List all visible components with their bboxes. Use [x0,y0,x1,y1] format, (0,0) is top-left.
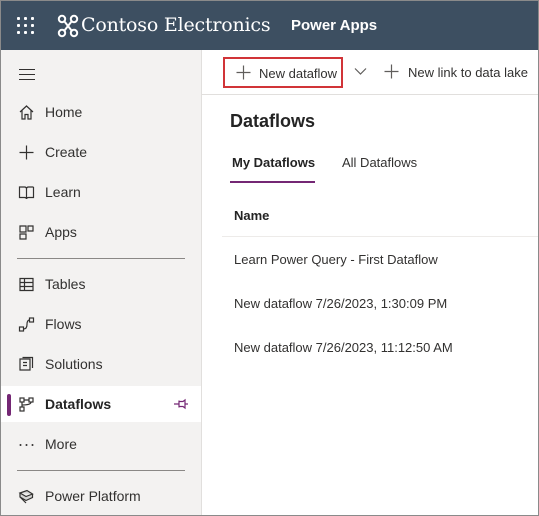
flow-icon [18,317,35,332]
left-nav: Home Create Learn Apps Tables Flows Solu… [1,50,202,515]
column-header-name[interactable]: Name [234,208,269,223]
sidebar-item-learn[interactable]: Learn [1,174,201,210]
table-row[interactable]: New dataflow 7/26/2023, 11:12:50 AM [234,340,453,355]
sidebar-item-create[interactable]: Create [1,134,201,170]
app-window: Contoso Electronics Power Apps Home Crea… [0,0,539,516]
brand-name[interactable]: Contoso Electronics [81,14,271,36]
table-row[interactable]: Learn Power Query - First Dataflow [234,252,438,267]
plus-icon [384,64,399,79]
app-name[interactable]: Power Apps [291,17,377,34]
sidebar-item-solutions[interactable]: Solutions [1,346,201,382]
hamburger-menu-icon[interactable] [19,69,35,81]
nav-divider [17,258,185,259]
sidebar-item-dataflows[interactable]: Dataflows [1,386,201,422]
sidebar-item-label: Create [45,144,88,160]
solutions-icon [19,356,34,371]
new-dataflow-label: New dataflow [259,66,338,81]
new-link-data-lake-label: New link to data lake [408,65,528,80]
more-icon [19,444,34,446]
sidebar-item-label: Apps [45,224,77,240]
nav-divider [17,470,185,471]
pin-icon[interactable] [173,398,189,410]
sidebar-item-label: More [45,436,77,452]
chevron-down-icon[interactable] [354,66,367,76]
tab-all-dataflows[interactable]: All Dataflows [342,155,417,170]
top-bar: Contoso Electronics Power Apps [1,1,538,50]
contoso-logo-icon [57,14,79,38]
sidebar-item-label: Home [45,104,83,120]
dataflow-icon [19,397,34,412]
active-indicator [7,394,11,416]
sidebar-item-power-platform[interactable]: Power Platform [1,478,201,514]
plus-icon [19,145,34,160]
sidebar-item-flows[interactable]: Flows [1,306,201,342]
sidebar-item-label: Tables [45,276,86,292]
sidebar-item-tables[interactable]: Tables [1,266,201,302]
sidebar-item-label: Power Platform [45,488,141,504]
sidebar-item-apps[interactable]: Apps [1,214,201,250]
new-dataflow-button[interactable]: New dataflow [223,57,343,88]
power-platform-icon [18,489,34,504]
sidebar-item-label: Learn [45,184,81,200]
apps-icon [19,225,34,240]
book-icon [18,186,35,200]
sidebar-item-label: Solutions [45,356,103,372]
selected-tab-indicator [230,181,315,183]
sidebar-item-label: Flows [45,316,82,332]
sidebar-item-label: Dataflows [45,396,112,412]
plus-icon [236,65,251,80]
sidebar-item-home[interactable]: Home [1,94,201,130]
page-title: Dataflows [230,111,316,131]
command-bar: New dataflow New link to data lake [202,50,538,95]
header-divider [222,236,538,237]
sidebar-item-more[interactable]: More [1,426,201,462]
app-launcher-icon[interactable] [17,17,35,35]
tab-my-dataflows[interactable]: My Dataflows [232,155,315,170]
table-row[interactable]: New dataflow 7/26/2023, 1:30:09 PM [234,296,447,311]
home-icon [19,105,34,120]
table-icon [19,277,34,292]
